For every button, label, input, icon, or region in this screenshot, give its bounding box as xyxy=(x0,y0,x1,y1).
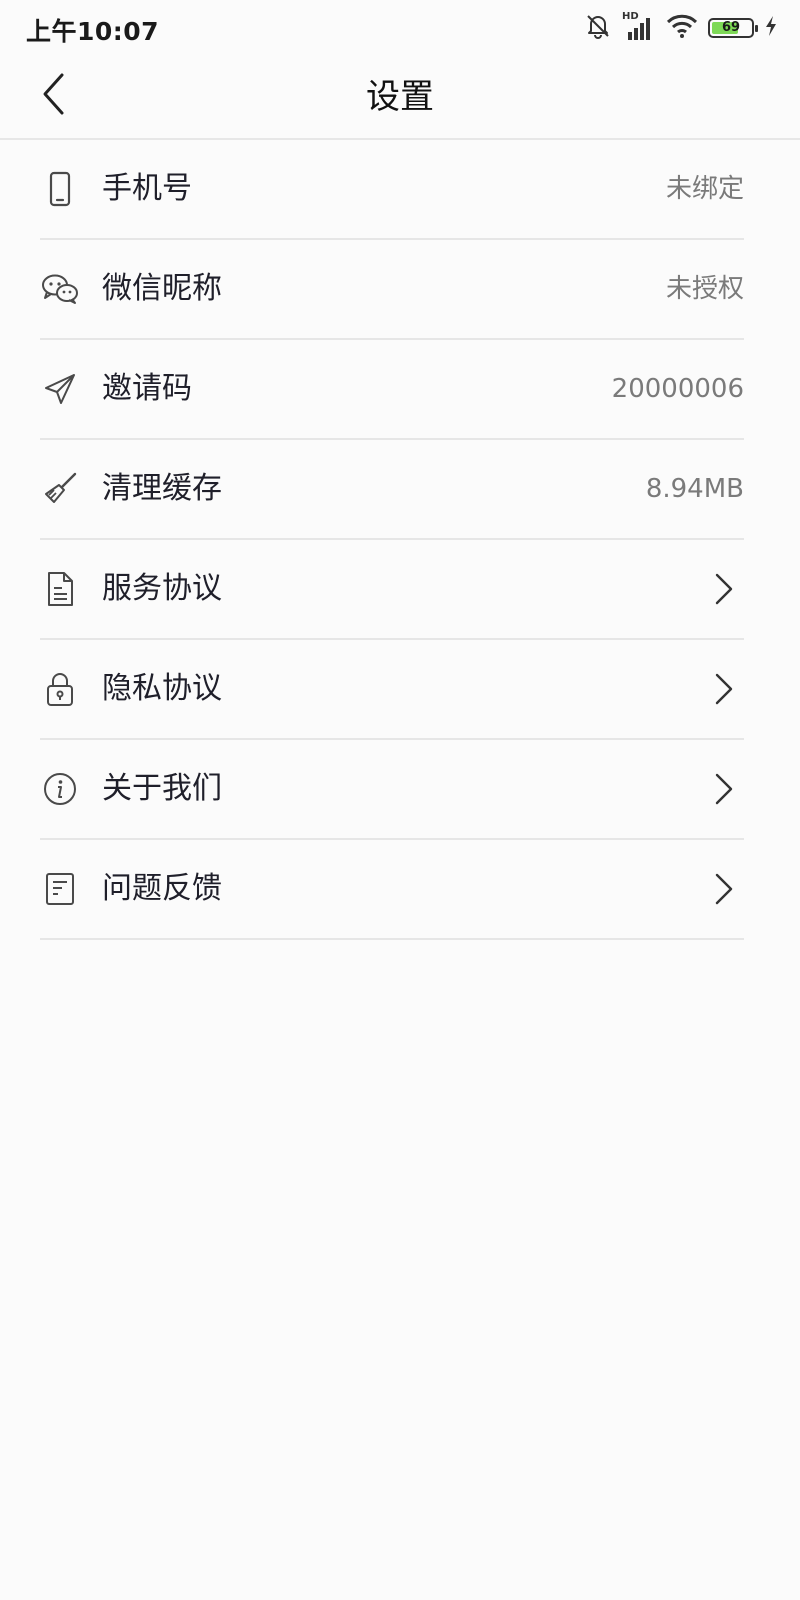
settings-label: 微信昵称 xyxy=(102,271,222,306)
info-icon xyxy=(40,769,80,809)
settings-value: 未绑定 xyxy=(665,174,744,204)
settings-row-about-us[interactable]: 关于我们 xyxy=(40,740,744,840)
signal-icon: HD xyxy=(622,11,656,42)
mute-bell-icon xyxy=(584,12,612,44)
wechat-icon xyxy=(40,269,80,309)
status-bar: 上午10:07 HD 69 xyxy=(0,0,800,56)
feedback-icon xyxy=(40,869,80,909)
page-title: 设置 xyxy=(366,77,434,117)
broom-icon xyxy=(40,469,80,509)
phone-icon xyxy=(40,169,80,209)
chevron-right-icon xyxy=(712,769,736,809)
settings-value: 未授权 xyxy=(665,274,744,304)
battery-icon: 69 xyxy=(708,18,758,38)
settings-label: 手机号 xyxy=(102,171,192,206)
nav-bar: 设置 xyxy=(0,56,800,140)
chevron-right-icon xyxy=(712,569,736,609)
settings-row-phone[interactable]: 手机号 未绑定 xyxy=(40,140,744,240)
settings-value: 20000006 xyxy=(611,374,744,404)
settings-label: 关于我们 xyxy=(102,771,222,806)
settings-row-feedback[interactable]: 问题反馈 xyxy=(40,840,744,940)
status-icons: HD 69 xyxy=(584,11,778,44)
paper-plane-icon xyxy=(40,369,80,409)
settings-row-invite-code[interactable]: 邀请码 20000006 xyxy=(40,340,744,440)
chevron-right-icon xyxy=(712,669,736,709)
settings-label: 邀请码 xyxy=(102,371,192,406)
battery-cap xyxy=(755,25,758,32)
document-icon xyxy=(40,569,80,609)
settings-label: 隐私协议 xyxy=(102,671,222,706)
settings-row-service-agreement[interactable]: 服务协议 xyxy=(40,540,744,640)
settings-label: 问题反馈 xyxy=(102,871,222,906)
charging-icon xyxy=(764,15,778,41)
settings-row-clear-cache[interactable]: 清理缓存 8.94MB xyxy=(40,440,744,540)
settings-label: 服务协议 xyxy=(102,571,222,606)
status-time: 上午10:07 xyxy=(26,17,160,46)
settings-row-privacy-agreement[interactable]: 隐私协议 xyxy=(40,640,744,740)
lock-icon xyxy=(40,669,80,709)
settings-list: 手机号 未绑定 微信昵称 未授权 邀请码 20000006 清理缓存 8.94M… xyxy=(40,140,744,940)
settings-value: 8.94MB xyxy=(645,474,744,504)
settings-row-wechat[interactable]: 微信昵称 未授权 xyxy=(40,240,744,340)
settings-label: 清理缓存 xyxy=(102,471,222,506)
wifi-icon xyxy=(666,13,698,43)
battery-level: 69 xyxy=(721,20,741,35)
chevron-right-icon xyxy=(712,869,736,909)
